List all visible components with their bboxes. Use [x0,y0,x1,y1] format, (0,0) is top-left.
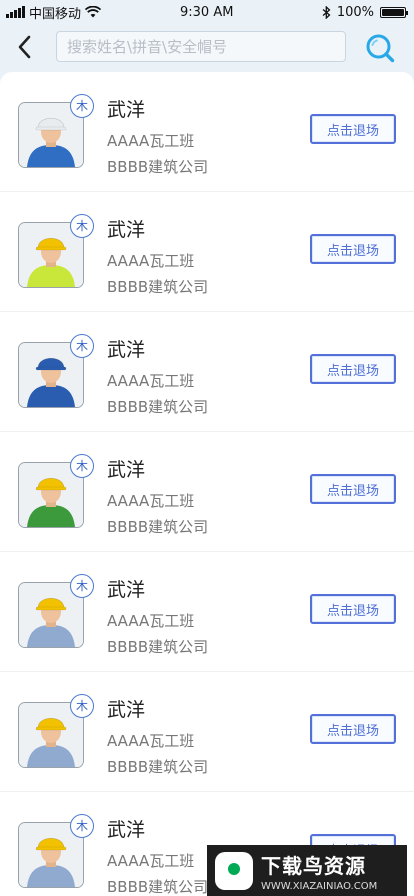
worker-list: 木武洋 AAAA瓦工班 BBBB建筑公司 点击退场木武洋 AAAA瓦工班 BBBB建筑公司… [0,72,414,896]
worker-avatar: 木 [18,574,94,648]
trade-badge: 木 [70,214,94,238]
wifi-icon [85,6,102,18]
exit-button[interactable]: 点击退场 [310,354,396,384]
bird-logo-icon [215,851,253,890]
worker-company: BBBB建筑公司 [107,158,209,176]
search-header [0,24,414,72]
worker-team: AAAA瓦工班 [107,492,195,510]
exit-button[interactable]: 点击退场 [310,114,396,144]
exit-button[interactable]: 点击退场 [310,474,396,504]
worker-row: 木武洋 AAAA瓦工班 BBBB建筑公司 点击退场 [0,72,414,192]
worker-avatar: 木 [18,454,94,528]
trade-badge: 木 [70,694,94,718]
search-icon[interactable] [364,32,396,64]
exit-button[interactable]: 点击退场 [310,594,396,624]
worker-avatar: 木 [18,94,94,168]
bluetooth-icon [322,5,331,19]
trade-badge: 木 [70,94,94,118]
signal-icon [6,6,25,18]
trade-badge: 木 [70,814,94,838]
worker-team: AAAA瓦工班 [107,372,195,390]
exit-button[interactable]: 点击退场 [310,714,396,744]
worker-company: BBBB建筑公司 [107,398,209,416]
worker-row: 木武洋 AAAA瓦工班 BBBB建筑公司 点击退场 [0,552,414,672]
worker-name: 武洋 [107,459,146,481]
search-input[interactable] [56,31,346,62]
status-time: 9:30 AM [180,4,234,20]
battery-percent: 100% [336,4,374,20]
worker-team: AAAA瓦工班 [107,252,195,270]
status-left: 中国移动 [6,3,102,22]
watermark-title: 下载鸟资源 [261,853,366,878]
carrier-label: 中国移动 [29,6,82,22]
worker-row: 木武洋 AAAA瓦工班 BBBB建筑公司 点击退场 [0,672,414,792]
worker-company: BBBB建筑公司 [107,278,209,296]
worker-row: 木武洋 AAAA瓦工班 BBBB建筑公司 点击退场 [0,432,414,552]
worker-avatar: 木 [18,334,94,408]
back-arrow-icon[interactable] [14,34,36,60]
worker-name: 武洋 [107,699,146,721]
worker-avatar: 木 [18,694,94,768]
trade-badge: 木 [70,334,94,358]
worker-row: 木武洋 AAAA瓦工班 BBBB建筑公司 点击退场 [0,312,414,432]
worker-name: 武洋 [107,819,146,841]
worker-avatar: 木 [18,814,94,888]
status-right: 100% [322,4,408,20]
watermark-logo: 下载鸟资源 WWW.XIAZAINIAO.COM [207,845,407,896]
worker-team: AAAA瓦工班 [107,132,195,150]
status-bar: 中国移动 9:30 AM 100% [0,0,414,24]
worker-company: BBBB建筑公司 [107,638,209,656]
trade-badge: 木 [70,574,94,598]
worker-name: 武洋 [107,339,146,361]
exit-button[interactable]: 点击退场 [310,234,396,264]
battery-icon [380,6,408,18]
worker-company: BBBB建筑公司 [107,878,209,896]
worker-company: BBBB建筑公司 [107,518,209,536]
worker-team: AAAA瓦工班 [107,612,195,630]
worker-name: 武洋 [107,219,146,241]
worker-avatar: 木 [18,214,94,288]
watermark-url: WWW.XIAZAINIAO.COM [261,880,378,892]
worker-company: BBBB建筑公司 [107,758,209,776]
worker-row: 木武洋 AAAA瓦工班 BBBB建筑公司 点击退场 [0,192,414,312]
worker-name: 武洋 [107,99,146,121]
worker-team: AAAA瓦工班 [107,732,195,750]
worker-team: AAAA瓦工班 [107,852,195,870]
trade-badge: 木 [70,454,94,478]
worker-name: 武洋 [107,579,146,601]
